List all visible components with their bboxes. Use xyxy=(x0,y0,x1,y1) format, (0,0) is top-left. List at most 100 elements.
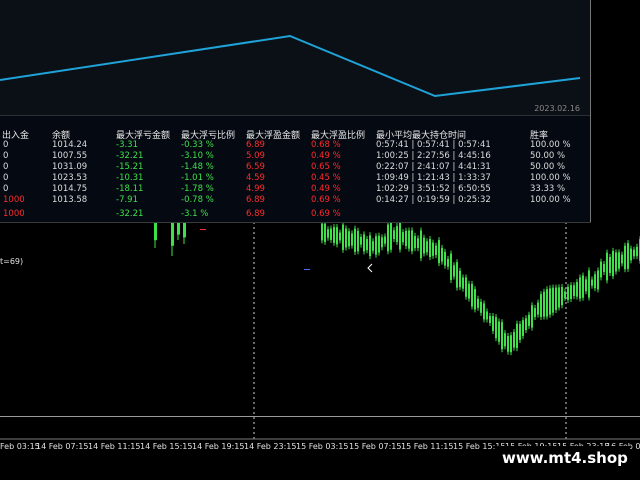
candle-body xyxy=(345,228,347,248)
candle-body xyxy=(336,227,338,245)
loss-ratio-cell: -3.10 % xyxy=(181,151,214,161)
float-profit-cell: 6.89 xyxy=(246,195,265,205)
candle-body xyxy=(573,285,575,297)
candle-body xyxy=(468,283,470,299)
candle-body xyxy=(357,230,359,252)
equity-curve-chart: 2023.02.16 xyxy=(0,0,590,116)
panel-border xyxy=(590,0,591,222)
float-loss-cell: -18.11 xyxy=(116,184,144,194)
hold-time-cell: 0:14:27 | 0:19:59 | 0:25:32 xyxy=(376,195,491,205)
win-rate-cell: 50.00 % xyxy=(530,151,566,161)
candle-body xyxy=(630,248,632,261)
candle-body xyxy=(540,294,542,317)
time-tick-label: Feb 03:15 xyxy=(0,442,40,451)
table-row: 0 1023.53 -10.31 -1.01 % 4.59 0.45 % 1:0… xyxy=(0,173,590,184)
candle-body xyxy=(447,258,449,267)
time-tick-label: 14 Feb 19:15 xyxy=(192,442,245,451)
total-loss-ratio-cell: -3.1 % xyxy=(181,209,209,219)
float-loss-cell: -32.21 xyxy=(116,151,144,161)
candle-body xyxy=(510,335,512,353)
candle-body xyxy=(324,223,326,242)
win-rate-cell: 50.00 % xyxy=(530,162,566,172)
candle-body xyxy=(354,228,356,252)
candle-body xyxy=(495,317,497,339)
candle-body xyxy=(636,246,638,257)
candle-body xyxy=(588,270,590,298)
balance-cell: 1031.09 xyxy=(52,162,88,172)
candle-body xyxy=(177,222,180,235)
candle-body xyxy=(438,240,440,264)
candle-body xyxy=(501,322,503,350)
candle-body xyxy=(393,230,395,239)
candle-body xyxy=(543,291,545,317)
profit-ratio-cell: 0.65 % xyxy=(311,162,341,172)
candle-body xyxy=(549,288,551,315)
deposit-cell: 0 xyxy=(3,140,9,150)
candle-body xyxy=(633,249,635,257)
candle-body xyxy=(381,237,383,248)
candle-body xyxy=(321,223,323,241)
candle-body xyxy=(420,230,422,259)
profit-ratio-cell: 0.49 % xyxy=(311,184,341,194)
candle-body xyxy=(492,316,494,332)
loss-ratio-cell: -1.48 % xyxy=(181,162,214,172)
candle-body xyxy=(456,262,458,288)
candle-body xyxy=(609,256,611,274)
loss-ratio-cell: -1.01 % xyxy=(181,173,214,183)
candle-body xyxy=(387,224,389,252)
hold-time-cell: 1:02:29 | 3:51:52 | 6:50:55 xyxy=(376,184,491,194)
candle-body xyxy=(333,227,335,243)
candle-body xyxy=(330,228,332,240)
candle-body xyxy=(600,261,602,278)
time-tick-label: 14 Feb 11:15 xyxy=(88,442,141,451)
table-row: 0 1014.24 -3.31 -0.33 % 6.89 0.68 % 0:57… xyxy=(0,140,590,151)
deposit-cell: 0 xyxy=(3,184,9,194)
candle-body xyxy=(390,222,392,250)
total-float-loss-cell: -32.21 xyxy=(116,209,144,219)
balance-cell: 1013.58 xyxy=(52,195,88,205)
candle-body xyxy=(597,270,599,290)
candle-body xyxy=(462,277,464,289)
table-row: 0 1031.09 -15.21 -1.48 % 6.59 0.65 % 0:2… xyxy=(0,162,590,173)
candle-body xyxy=(360,236,362,245)
watermark-text: www.mt4.shop xyxy=(496,446,630,470)
candle-body xyxy=(342,224,344,250)
profit-ratio-cell: 0.68 % xyxy=(311,140,341,150)
deposit-cell: 0 xyxy=(3,173,9,183)
candle-body xyxy=(591,279,593,286)
candle-body xyxy=(489,315,491,324)
candle-body xyxy=(564,291,566,299)
total-profit-ratio-cell: 0.69 % xyxy=(311,209,341,219)
hold-time-cell: 0:57:41 | 0:57:41 | 0:57:41 xyxy=(376,140,491,150)
candle-body xyxy=(432,242,434,256)
win-rate-cell: 33.33 % xyxy=(530,184,566,194)
candle-body xyxy=(396,226,398,242)
hold-time-cell: 1:09:49 | 1:21:43 | 1:33:37 xyxy=(376,173,491,183)
candle-body xyxy=(582,275,584,298)
candle-body xyxy=(561,287,563,306)
candle-body xyxy=(402,232,404,243)
candle-body xyxy=(348,231,350,247)
candle-body xyxy=(576,282,578,297)
candle-body xyxy=(516,323,518,349)
candle-body xyxy=(183,222,186,238)
loss-ratio-cell: -0.33 % xyxy=(181,140,214,150)
candle-body xyxy=(351,233,353,246)
profit-ratio-cell: 0.45 % xyxy=(311,173,341,183)
candle-body xyxy=(372,241,374,251)
table-row: 0 1014.75 -18.11 -1.78 % 4.99 0.49 % 1:0… xyxy=(0,184,590,195)
order-marker xyxy=(200,229,206,230)
table-row: 1000 1013.58 -7.91 -0.78 % 6.89 0.69 % 0… xyxy=(0,195,590,206)
float-profit-cell: 6.89 xyxy=(246,140,265,150)
time-tick-label: 14 Feb 15:15 xyxy=(140,442,193,451)
win-rate-cell: 100.00 % xyxy=(530,195,571,205)
candle-body xyxy=(450,253,452,281)
table-row: 0 1007.55 -32.21 -3.10 % 5.09 0.49 % 1:0… xyxy=(0,151,590,162)
candle-body xyxy=(327,229,329,238)
candle-body xyxy=(405,230,407,247)
float-profit-cell: 4.59 xyxy=(246,173,265,183)
candle-body xyxy=(504,333,506,347)
balance-cell: 1007.55 xyxy=(52,151,88,161)
deposit-cell: 1000 xyxy=(3,195,25,205)
equity-curve-line xyxy=(0,34,581,98)
